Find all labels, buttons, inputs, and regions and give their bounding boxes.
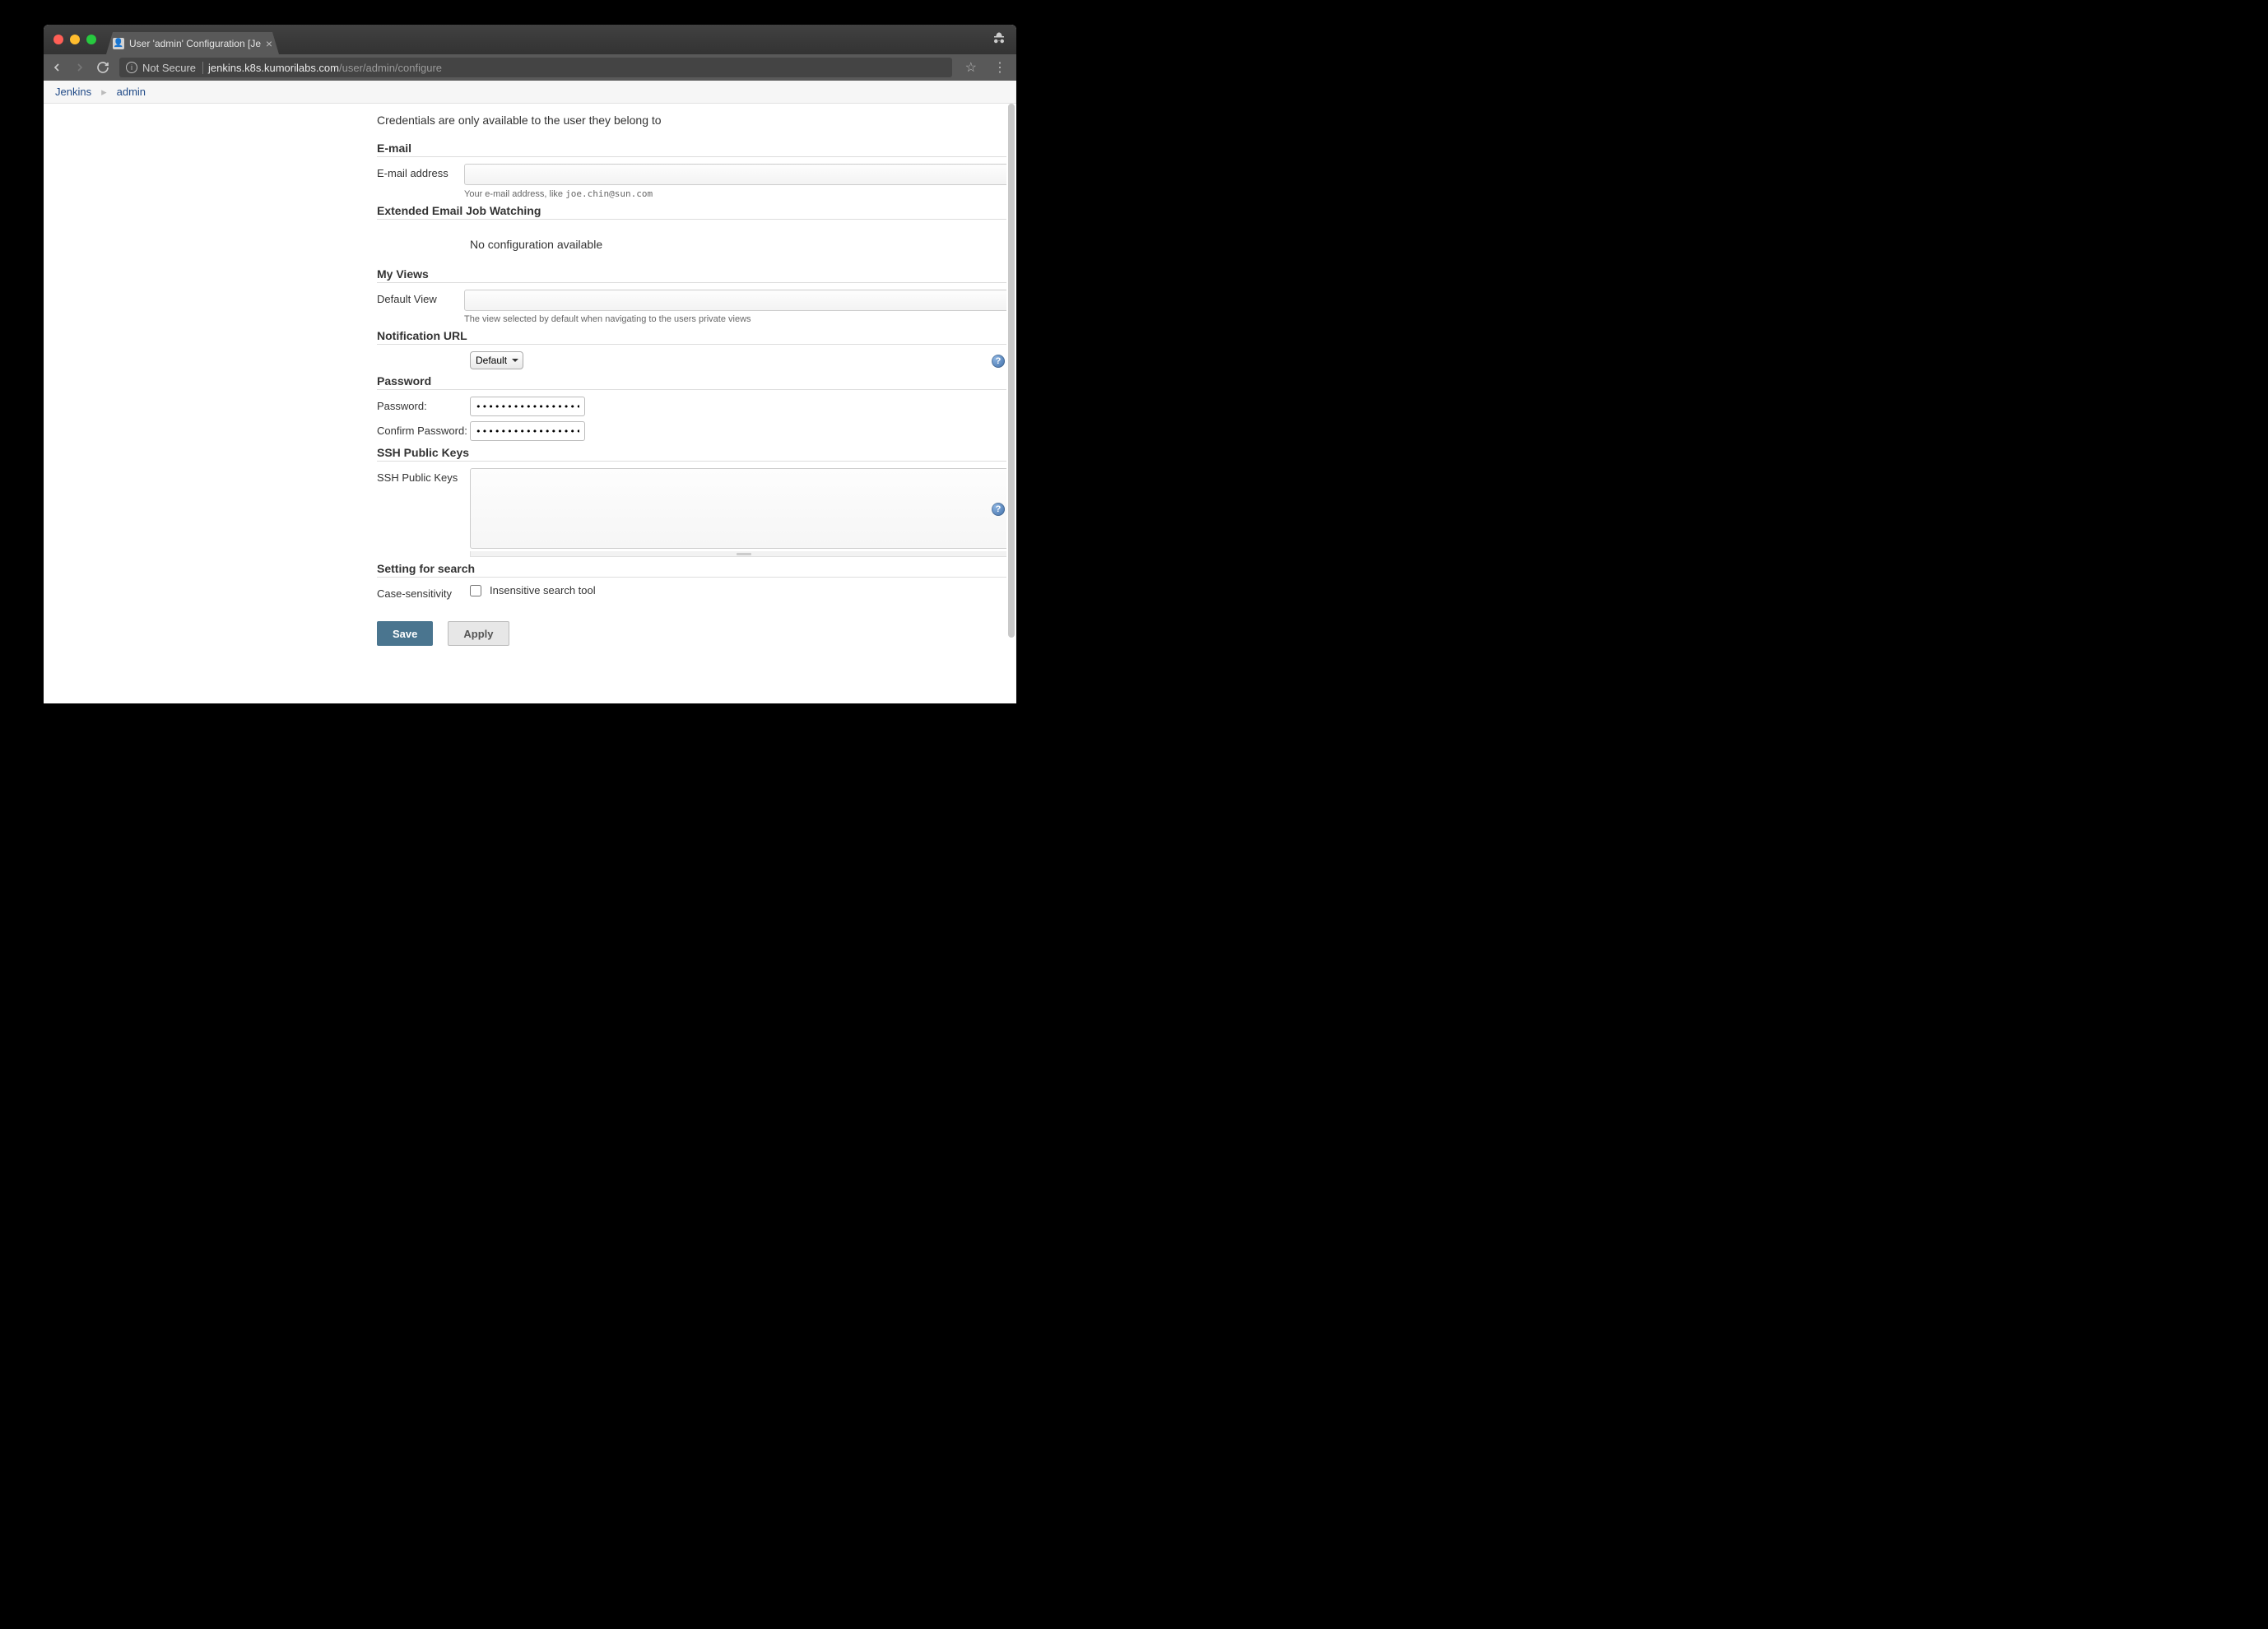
ssh-textarea[interactable] xyxy=(470,468,1006,549)
scrollbar-thumb[interactable] xyxy=(1008,104,1015,638)
default-view-input[interactable] xyxy=(464,290,1006,311)
credentials-note: Credentials are only available to the us… xyxy=(377,114,1006,127)
help-icon[interactable]: ? xyxy=(992,503,1005,516)
breadcrumb: Jenkins ▸ admin xyxy=(44,81,1016,104)
textarea-resize-handle[interactable] xyxy=(470,551,1006,557)
scrollbar[interactable] xyxy=(1006,104,1016,684)
breadcrumb-jenkins[interactable]: Jenkins xyxy=(55,86,91,98)
help-icon[interactable]: ? xyxy=(992,355,1005,368)
forward-button[interactable] xyxy=(73,61,86,74)
breadcrumb-admin[interactable]: admin xyxy=(117,86,146,98)
password-input[interactable] xyxy=(470,397,585,416)
address-bar[interactable]: i Not Secure jenkins.k8s.kumorilabs.com/… xyxy=(119,58,952,77)
browser-menu-icon[interactable]: ⋮ xyxy=(990,59,1010,76)
section-search-title: Setting for search xyxy=(377,562,1006,578)
section-extended-email-title: Extended Email Job Watching xyxy=(377,204,1006,220)
breadcrumb-separator-icon: ▸ xyxy=(101,86,107,99)
section-notification-url-title: Notification URL xyxy=(377,329,1006,345)
section-email-title: E-mail xyxy=(377,142,1006,157)
section-ssh-title: SSH Public Keys xyxy=(377,446,1006,462)
insensitive-search-checkbox[interactable] xyxy=(470,585,481,596)
incognito-icon xyxy=(992,31,1006,49)
bookmark-star-icon[interactable]: ☆ xyxy=(962,59,980,76)
ssh-label: SSH Public Keys xyxy=(377,468,470,484)
email-label: E-mail address xyxy=(377,164,464,179)
security-status: Not Secure xyxy=(142,62,203,74)
info-icon[interactable]: i xyxy=(126,62,137,73)
maximize-window-button[interactable] xyxy=(86,35,96,44)
confirm-password-input[interactable] xyxy=(470,421,585,441)
browser-window: 👤 User 'admin' Configuration [Je × i Not… xyxy=(44,25,1016,703)
password-label: Password: xyxy=(377,397,470,412)
section-password-title: Password xyxy=(377,374,1006,390)
tab-title: User 'admin' Configuration [Je xyxy=(129,38,266,49)
titlebar: 👤 User 'admin' Configuration [Je × xyxy=(44,25,1016,54)
browser-toolbar: i Not Secure jenkins.k8s.kumorilabs.com/… xyxy=(44,54,1016,81)
notification-url-select[interactable]: Default xyxy=(470,351,523,369)
window-controls xyxy=(44,35,96,44)
url-host: jenkins.k8s.kumorilabs.com xyxy=(208,62,339,74)
jenkins-favicon: 👤 xyxy=(113,38,124,49)
save-button[interactable]: Save xyxy=(377,621,433,646)
close-tab-icon[interactable]: × xyxy=(266,38,272,49)
default-view-label: Default View xyxy=(377,290,464,305)
back-button[interactable] xyxy=(50,61,63,74)
case-sensitivity-label: Case-sensitivity xyxy=(377,584,470,600)
email-input[interactable] xyxy=(464,164,1006,185)
insensitive-search-label: Insensitive search tool xyxy=(490,584,596,596)
page-content: Credentials are only available to the us… xyxy=(44,104,1006,703)
default-view-help: The view selected by default when naviga… xyxy=(464,314,1006,324)
url-path: /user/admin/configure xyxy=(339,62,442,74)
confirm-password-label: Confirm Password: xyxy=(377,421,470,437)
reload-button[interactable] xyxy=(96,61,109,74)
browser-tab[interactable]: 👤 User 'admin' Configuration [Je × xyxy=(106,32,279,54)
section-my-views-title: My Views xyxy=(377,267,1006,283)
email-help: Your e-mail address, like joe.chin@sun.c… xyxy=(464,188,1006,199)
extended-email-message: No configuration available xyxy=(470,226,1006,262)
minimize-window-button[interactable] xyxy=(70,35,80,44)
close-window-button[interactable] xyxy=(53,35,63,44)
apply-button[interactable]: Apply xyxy=(448,621,509,646)
